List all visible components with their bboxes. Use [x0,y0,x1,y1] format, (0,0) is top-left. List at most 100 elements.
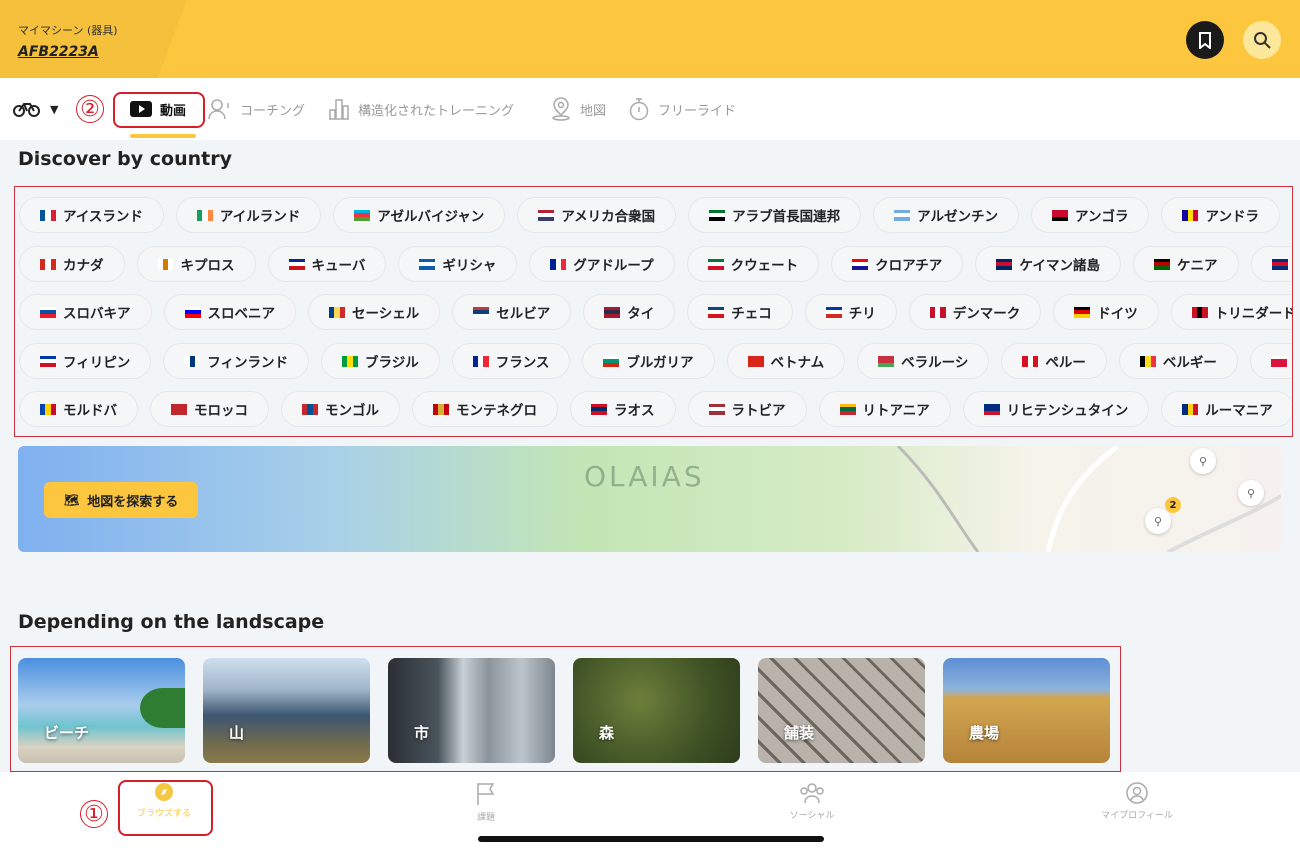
country-chip[interactable]: アイルランド [175,197,322,233]
search-button[interactable] [1243,21,1281,59]
tile-label: 舗装 [784,724,815,742]
country-chip[interactable]: キューバ [267,246,387,282]
country-label: アラブ首長国連邦 [732,209,841,225]
device-id-link[interactable]: AFB2223A [18,44,99,60]
cluster-count-badge: 2 [1165,497,1181,513]
tab-label: フリーライド [658,103,737,119]
country-label: ラトビア [731,403,786,419]
country-chip[interactable]: アゼルバイジャン [333,197,506,233]
country-label: グアドループ [573,258,654,274]
landscape-tile-farm[interactable]: 農場 [943,658,1110,763]
flag-icon [708,403,725,415]
tile-label: 市 [414,724,430,742]
flag-icon [354,209,371,221]
country-chip[interactable]: ケニア [1133,246,1239,282]
nav-challenges[interactable]: 課題 [426,782,546,823]
country-chip[interactable]: ケイマン諸島 [975,246,1122,282]
country-chip[interactable]: キプロス [136,246,256,282]
country-label: クウェート [730,258,799,274]
landscape-tile-forest[interactable]: 森 [573,658,740,763]
country-chip[interactable]: ベトナム [726,343,846,379]
flag-icon [40,403,56,415]
country-chip[interactable]: アンドラ [1161,197,1280,233]
tab-map[interactable]: 地図 [550,78,606,140]
country-chip[interactable]: クウェート [686,246,820,282]
country-chip[interactable]: アイスランド [19,197,164,233]
tab-coaching[interactable]: コーチング [208,78,305,140]
landscape-tile-paved[interactable]: 舗装 [758,658,925,763]
country-chip[interactable]: チリ [804,294,897,330]
coach-icon [208,99,229,120]
country-chip[interactable]: チェコ [687,294,793,330]
country-label: ケイマン諸島 [1019,258,1101,274]
country-chip[interactable]: アンゴラ [1031,197,1150,233]
map-marker[interactable]: ⚲ [1190,448,1216,474]
country-chip[interactable]: ギリシャ [398,246,518,282]
country-chip[interactable]: セルビア [452,294,572,330]
country-label: アメリカ合衆国 [561,209,656,225]
flag-icon [894,209,911,221]
country-chip[interactable]: タイ [583,294,676,330]
nav-profile[interactable]: マイプロフィール [1077,782,1197,821]
country-label: キューバ [311,258,366,274]
nav-label: マイプロフィール [1101,811,1173,821]
explore-map-button[interactable]: 🗺 地図を探索する [44,482,199,518]
flag-icon [1052,209,1069,221]
map-marker[interactable]: ⚲ [1145,508,1171,534]
country-chip[interactable]: フィンランド [163,343,309,379]
bike-selector[interactable]: ▼ [12,78,58,140]
country-chip[interactable]: トリニダード・ト [1170,294,1292,330]
section-title-landscape: Depending on the landscape [18,611,325,633]
country-chip[interactable]: グアドループ [529,246,675,282]
country-chip[interactable]: アルゼンチン [873,197,1020,233]
landscape-tile-mountain[interactable]: 山 [203,658,370,763]
tab-structured-training[interactable]: 構造化されたトレーニング [328,78,514,140]
country-chip[interactable]: ラトビア [687,391,807,427]
country-chip[interactable]: モロッコ [150,391,269,427]
country-chip[interactable]: ドイツ [1053,294,1159,330]
bookmark-button[interactable] [1186,21,1224,59]
country-chip[interactable]: モンゴル [281,391,400,427]
landscape-tile-city[interactable]: 市 [388,658,555,763]
country-chip[interactable] [1291,197,1292,233]
country-chip[interactable]: ルーマニア [1161,391,1292,427]
country-chip[interactable]: モンテネグロ [412,391,558,427]
country-chip[interactable]: アラブ首長国連邦 [688,197,862,233]
country-chip[interactable]: デンマーク [908,294,1042,330]
country-chip[interactable]: ラオス [570,391,676,427]
flag-icon [1182,209,1199,221]
country-chip[interactable]: ベラルーシ [857,343,990,379]
country-chip[interactable]: セーシェル [308,294,441,330]
flag-icon [329,306,345,318]
country-chips: アイスランド アイルランド アゼルバイジャン アメリカ合衆国 アラブ首長国連邦 アルゼンチ… [14,186,1293,437]
annotation-number-2: ② [76,95,104,123]
map-banner[interactable]: OLAIAS 🗺 地図を探索する ⚲ ⚲ ⚲ 2 [18,446,1281,552]
map-marker[interactable]: ⚲ [1238,480,1264,506]
flag-icon [929,306,946,318]
country-chip[interactable]: クロアチア [831,246,964,282]
country-label: チェコ [731,306,772,322]
country-chip[interactable]: ポー [1249,343,1292,379]
country-chip[interactable]: カナダ [19,246,125,282]
country-chip[interactable]: ブラジル [320,343,440,379]
map-pin-icon [552,97,570,121]
country-chip[interactable]: モルドバ [19,391,138,427]
country-chip[interactable]: フィリピン [19,343,152,379]
nav-social[interactable]: ソーシャル [752,782,872,821]
country-chip[interactable]: アメリカ合衆国 [517,197,677,233]
country-chip[interactable]: スロベニア [163,294,296,330]
country-chip[interactable]: フランス [451,343,571,379]
country-chip[interactable]: ブルガリア [582,343,715,379]
country-chip[interactable]: コス [1250,246,1292,282]
landscape-tile-beach[interactable]: ビーチ [18,658,185,763]
country-chip[interactable]: スロバキア [19,294,152,330]
country-chip[interactable]: リトアニア [818,391,951,427]
country-chip[interactable]: ペルー [1001,343,1107,379]
country-label: ブラジル [364,355,419,371]
flag-icon [184,355,201,367]
country-chip[interactable]: リヒテンシュタイン [962,391,1150,427]
tab-free-ride[interactable]: フリーライド [628,78,736,140]
flag-icon [550,258,567,270]
country-chip[interactable]: ベルギー [1118,343,1238,379]
tile-label: 山 [229,724,245,742]
